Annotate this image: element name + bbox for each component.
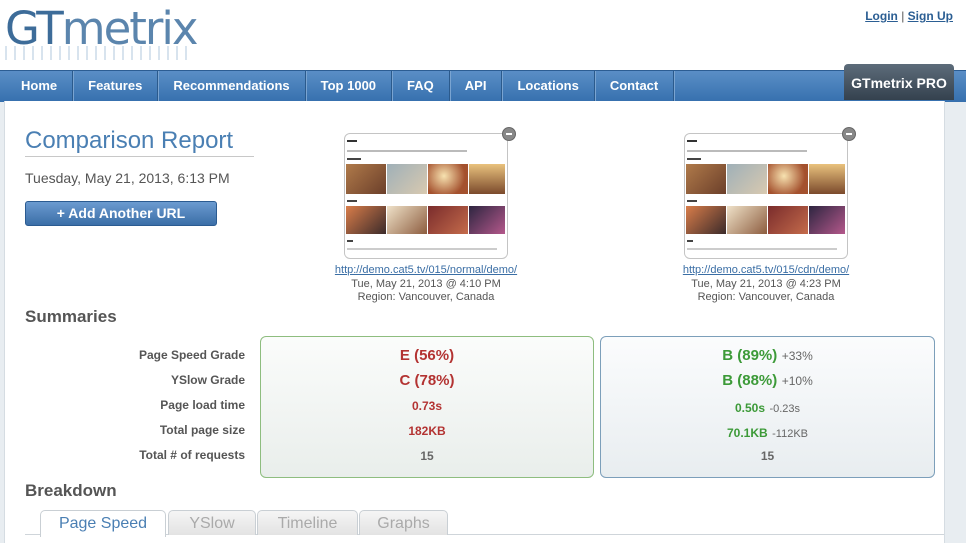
main-nav: Home Features Recommendations Top 1000 F… <box>0 70 966 102</box>
report-date: Tuesday, May 21, 2013, 6:13 PM <box>25 170 230 186</box>
label-total-page-size: Total page size <box>159 423 245 437</box>
nav-item-locations[interactable]: Locations <box>502 71 595 102</box>
page-b-pagespeed-row: B (89%) +33% <box>601 347 934 365</box>
page-b-load-row: 0.50s -0.23s <box>601 399 934 417</box>
summaries-heading: Summaries <box>25 307 117 326</box>
label-yslow-grade: YSlow Grade <box>170 373 245 387</box>
remove-page-b-icon[interactable] <box>842 127 856 141</box>
tab-graphs[interactable]: Graphs <box>359 510 448 535</box>
nav-item-api[interactable]: API <box>450 71 503 102</box>
breakdown-heading: Breakdown <box>25 481 117 500</box>
label-page-speed-grade: Page Speed Grade <box>138 348 245 362</box>
summary-box-a: E (56%) C (78%) 0.73s 182KB 15 <box>260 336 594 478</box>
logo-ruler-decoration <box>5 46 187 60</box>
remove-page-a-icon[interactable] <box>502 127 516 141</box>
tab-yslow[interactable]: YSlow <box>168 510 256 535</box>
page-b-load-time: 0.50s <box>734 401 765 415</box>
page-b-page-size: 70.1KB <box>726 426 768 440</box>
page-a-pagespeed-grade: E (56%) <box>399 347 455 364</box>
page-thumbnail-b[interactable] <box>684 133 848 259</box>
nav-item-recommendations[interactable]: Recommendations <box>158 71 306 102</box>
page-b-yslow-delta: +10% <box>781 374 813 388</box>
summary-labels: Page Speed Grade YSlow Grade Page load t… <box>105 348 245 473</box>
label-page-load-time: Page load time <box>160 398 245 412</box>
page-b-requests: 15 <box>760 449 775 463</box>
add-another-url-button[interactable]: + Add Another URL <box>25 201 217 226</box>
page-a-region: Region: Vancouver, Canada <box>357 291 495 303</box>
page-a-requests: 15 <box>420 449 434 463</box>
nav-item-contact[interactable]: Contact <box>595 71 675 102</box>
page-a-yslow-grade: C (78%) <box>399 372 455 389</box>
page-b-size-row: 70.1KB -112KB <box>601 424 934 442</box>
page-b-pagespeed-grade: B (89%) <box>722 347 778 364</box>
header: GTmetrix Login | Sign Up <box>0 0 966 70</box>
nav-item-top-1000[interactable]: Top 1000 <box>306 71 393 102</box>
page-b-meta: http://demo.cat5.tv/015/cdn/demo/ Tue, M… <box>646 264 886 305</box>
title-divider <box>25 156 254 157</box>
nav-item-faq[interactable]: FAQ <box>392 71 450 102</box>
page-a-load-time: 0.73s <box>411 399 443 413</box>
tab-timeline[interactable]: Timeline <box>257 510 358 535</box>
page-b-yslow-grade: B (88%) <box>722 372 778 389</box>
page-b-url-link[interactable]: http://demo.cat5.tv/015/cdn/demo/ <box>683 264 849 276</box>
page-thumbnail-a[interactable] <box>344 133 508 259</box>
page-a-page-size: 182KB <box>408 424 446 438</box>
gtmetrix-pro-tab[interactable]: GTmetrix PRO <box>844 64 954 100</box>
page-b-yslow-row: B (88%) +10% <box>601 372 934 390</box>
page-b-region: Region: Vancouver, Canada <box>697 291 835 303</box>
nav-item-features[interactable]: Features <box>73 71 159 102</box>
main-content: Comparison Report Tuesday, May 21, 2013,… <box>4 101 945 543</box>
page-a-url-link[interactable]: http://demo.cat5.tv/015/normal/demo/ <box>335 264 517 276</box>
page-title: Comparison Report <box>25 127 234 154</box>
page-b-size-delta: -112KB <box>772 428 808 440</box>
label-total-requests: Total # of requests <box>139 448 245 462</box>
page-b-load-delta: -0.23s <box>769 403 801 415</box>
page-b-tested-time: Tue, May 21, 2013 @ 4:23 PM <box>691 277 841 290</box>
page-b-pagespeed-delta: +33% <box>781 349 813 363</box>
tab-page-speed[interactable]: Page Speed <box>40 510 166 537</box>
page-a-meta: http://demo.cat5.tv/015/normal/demo/ Tue… <box>306 264 546 305</box>
auth-separator: | <box>901 9 905 23</box>
nav-item-home[interactable]: Home <box>5 71 74 102</box>
summary-box-b: B (89%) +33% B (88%) +10% 0.50s -0.23s 7… <box>600 336 935 478</box>
login-link[interactable]: Login <box>865 9 898 23</box>
auth-links: Login | Sign Up <box>865 9 953 23</box>
signup-link[interactable]: Sign Up <box>908 9 953 23</box>
page-a-tested-time: Tue, May 21, 2013 @ 4:10 PM <box>351 277 501 290</box>
